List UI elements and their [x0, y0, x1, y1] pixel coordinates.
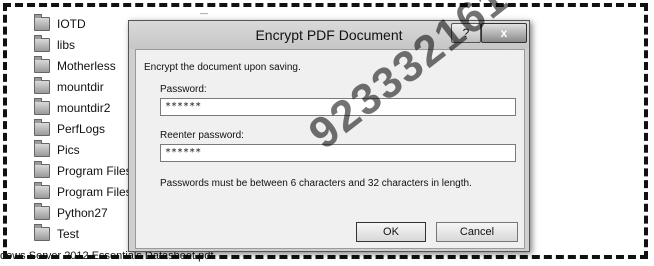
list-item[interactable]: Test: [34, 224, 79, 244]
folder-icon: [34, 77, 50, 94]
list-item[interactable]: mountdir2: [34, 98, 110, 118]
list-item[interactable]: PerfLogs: [34, 119, 105, 139]
folder-icon: [34, 56, 50, 73]
list-item[interactable]: Motherless: [34, 56, 116, 76]
folder-icon: [34, 224, 50, 241]
password-length-info: Passwords must be between 6 characters a…: [160, 178, 472, 189]
list-item-label: libs: [57, 38, 76, 52]
background-caption: —: [200, 9, 208, 18]
folder-icon: [34, 119, 50, 136]
list-item-label: mountdir: [57, 80, 104, 94]
ok-button[interactable]: OK: [356, 222, 426, 242]
list-item-label: PerfLogs: [57, 122, 106, 136]
folder-icon: [34, 98, 50, 115]
folder-icon: [34, 140, 50, 157]
list-item-label: Program Files: [57, 185, 132, 199]
list-item[interactable]: libs: [34, 35, 75, 55]
folder-icon: [34, 14, 50, 31]
list-item-label: Motherless: [57, 59, 116, 73]
list-item-label: Program Files: [57, 164, 132, 178]
list-item[interactable]: Program Files: [34, 182, 132, 202]
list-item[interactable]: IOTD: [34, 14, 86, 34]
list-item-label: Python27: [57, 206, 108, 220]
folder-icon: [34, 35, 50, 52]
folder-icon: [34, 182, 50, 199]
password-label: Password:: [160, 84, 207, 95]
list-item[interactable]: Pics: [34, 140, 80, 160]
list-item-label: mountdir2: [57, 101, 111, 115]
list-item[interactable]: Program Files: [34, 161, 132, 181]
list-item[interactable]: mountdir: [34, 77, 104, 97]
list-item[interactable]: Python27: [34, 203, 108, 223]
folder-icon: [34, 203, 50, 220]
intro-text: Encrypt the document upon saving.: [144, 62, 301, 73]
folder-icon: [34, 161, 50, 178]
reenter-password-label: Reenter password:: [160, 130, 244, 141]
list-item-label: IOTD: [57, 17, 86, 31]
list-item-label: Pics: [57, 143, 80, 157]
list-item-label: Test: [57, 227, 80, 241]
cancel-button[interactable]: Cancel: [436, 222, 518, 242]
